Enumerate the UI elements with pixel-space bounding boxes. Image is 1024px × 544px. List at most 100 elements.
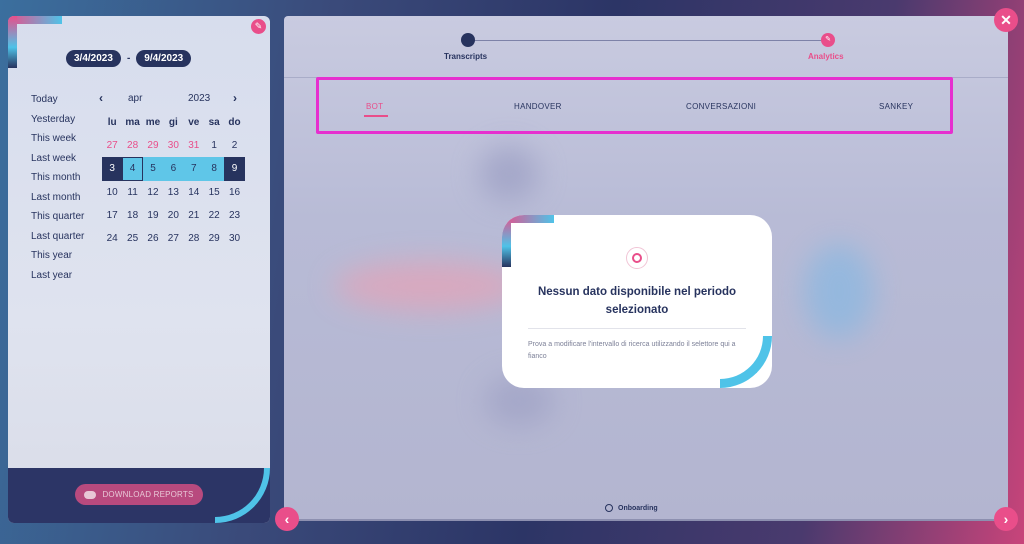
calendar-day[interactable]: 17 [102,204,122,227]
edit-icon[interactable]: ✎ [251,19,266,34]
empty-state-description: Prova a modificare l'intervallo di ricer… [528,341,736,360]
main-panel: ✎ Transcripts Analytics BOT HANDOVER CON… [284,16,1008,521]
empty-state-card: Nessun dato disponibile nel periodo sele… [502,215,772,388]
calendar-day[interactable]: 26 [143,227,163,250]
calendar-year[interactable]: 2023 [188,93,228,104]
calendar-day[interactable]: 12 [143,181,163,204]
weekday-label: ma [125,117,140,128]
calendar-day[interactable]: 4 [122,157,143,181]
cloud-download-icon [84,490,97,499]
download-label: DOWNLOAD REPORTS [102,490,194,499]
start-date-pill[interactable]: 3/4/2023 [66,50,121,67]
progress-track [294,519,1000,521]
end-date-pill[interactable]: 9/4/2023 [136,50,192,67]
calendar-day[interactable]: 27 [102,134,122,157]
calendar-grid: lu ma me gi ve sa do 27 28 29 30 31 1 2 3 4 5 6 7 8 9 10 11 12 1… [102,111,245,250]
preset-this-month[interactable]: This month [31,168,84,188]
divider [528,328,746,329]
calendar-day[interactable]: 29 [143,134,163,157]
calendar-day[interactable]: 11 [122,181,142,204]
weekday-label: sa [208,117,220,128]
calendar-day[interactable]: 10 [102,181,122,204]
panel-footer: DOWNLOAD REPORTS [8,468,270,523]
calendar-day[interactable]: 28 [184,227,204,250]
preset-this-week[interactable]: This week [31,129,84,149]
preset-last-month[interactable]: Last month [31,188,84,208]
calendar-day[interactable]: 15 [204,181,224,204]
preset-this-year[interactable]: This year [31,246,84,266]
calendar-day[interactable]: 14 [184,181,204,204]
calendar: ‹ apr 2023 › lu ma me gi ve sa do 27 28 29 30 31 1 2 3… [94,88,245,250]
step-transcripts[interactable]: Transcripts [444,52,487,61]
weekday-label: lu [107,117,117,128]
calendar-day[interactable]: 27 [163,227,183,250]
calendar-day[interactable]: 30 [224,227,244,250]
calendar-day[interactable]: 1 [204,134,224,157]
calendar-day[interactable]: 8 [203,157,225,181]
calendar-header: ‹ apr 2023 › [94,88,244,108]
calendar-day[interactable]: 23 [224,204,244,227]
corner-decoration [502,215,511,267]
tab-handover[interactable]: HANDOVER [514,102,562,111]
preset-yesterday[interactable]: Yesterday [31,110,84,130]
background-blob [804,244,874,339]
corner-arc [215,468,270,523]
list-icon[interactable] [461,33,475,47]
calendar-day[interactable]: 29 [204,227,224,250]
calendar-day[interactable]: 22 [204,204,224,227]
onboarding-icon [605,504,613,512]
next-month-icon[interactable]: › [228,91,242,105]
tab-conversazioni[interactable]: CONVERSAZIONI [686,102,756,111]
corner-decoration [8,16,17,68]
calendar-day[interactable]: 7 [183,157,204,181]
onboarding-link[interactable]: Onboarding [605,504,658,512]
calendar-day[interactable]: 3 [102,157,123,181]
preset-today[interactable]: Today [31,90,84,110]
calendar-day[interactable]: 2 [224,134,244,157]
onboarding-label: Onboarding [618,504,658,512]
prev-month-icon[interactable]: ‹ [94,91,108,105]
weekday-label: me [145,117,161,128]
ring-icon [626,247,648,269]
prev-page-button[interactable]: ‹ [275,507,299,531]
calendar-day[interactable]: 25 [122,227,142,250]
step-analytics[interactable]: Analytics [808,52,844,61]
preset-last-quarter[interactable]: Last quarter [31,227,84,247]
calendar-day[interactable]: 9 [224,157,245,181]
weekday-label: gi [168,117,178,128]
preset-last-week[interactable]: Last week [31,149,84,169]
tab-bot[interactable]: BOT [366,102,383,111]
calendar-day[interactable]: 13 [163,181,183,204]
close-icon[interactable]: ✕ [994,8,1018,32]
calendar-day[interactable]: 28 [122,134,142,157]
calendar-day[interactable]: 5 [142,157,164,181]
preset-this-quarter[interactable]: This quarter [31,207,84,227]
background-blob [334,261,524,311]
pencil-icon[interactable]: ✎ [821,33,835,47]
background-blob [479,146,539,201]
date-separator: - [126,53,131,64]
stepper: ✎ Transcripts Analytics [284,16,1008,78]
calendar-day[interactable]: 21 [184,204,204,227]
weekday-label: do [228,117,241,128]
calendar-day[interactable]: 30 [163,134,183,157]
calendar-day[interactable]: 18 [122,204,142,227]
download-reports-button[interactable]: DOWNLOAD REPORTS [75,484,203,505]
next-page-button[interactable]: › [994,507,1018,531]
weekday-label: ve [188,117,200,128]
calendar-month[interactable]: apr [128,93,188,104]
tab-bar: BOT HANDOVER CONVERSAZIONI SANKEY [316,77,953,134]
calendar-day[interactable]: 31 [184,134,204,157]
calendar-day[interactable]: 16 [224,181,244,204]
calendar-day[interactable]: 20 [163,204,183,227]
calendar-day[interactable]: 6 [163,157,184,181]
preset-list: Today Yesterday This week Last week This mon… [31,90,84,285]
calendar-day[interactable]: 24 [102,227,122,250]
active-tab-indicator [364,115,388,117]
preset-last-year[interactable]: Last year [31,266,84,286]
tab-sankey[interactable]: SANKEY [879,102,913,111]
date-range: 3/4/2023 - 9/4/2023 [66,50,192,67]
calendar-day[interactable]: 19 [143,204,163,227]
date-picker-panel: ✎ 3/4/2023 - 9/4/2023 Today Yesterday This… [8,16,270,523]
stepper-line [469,40,829,41]
